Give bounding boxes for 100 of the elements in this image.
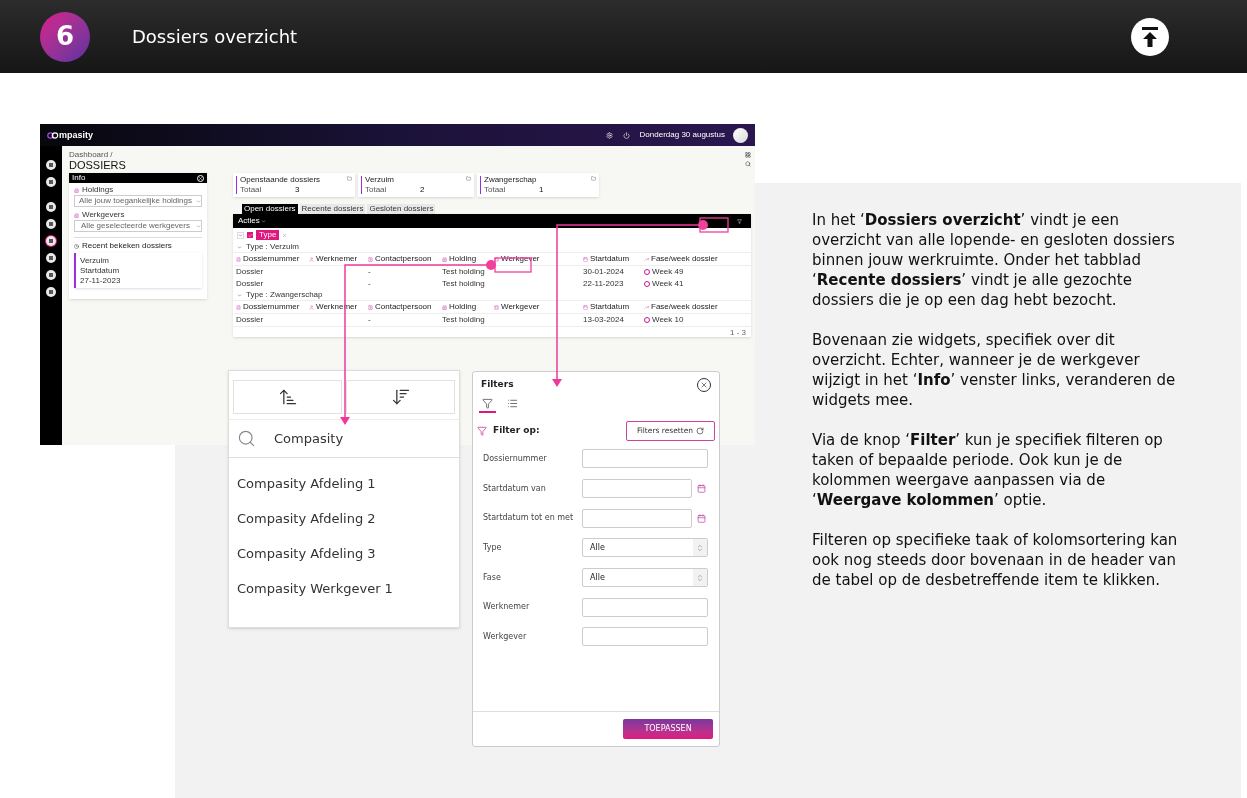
widget-card[interactable]: Openstaande dossiers Totaal 3 <box>233 173 355 197</box>
description-paragraph: Bovenaan zie widgets, specifiek over dit overzicht. Echter, wanneer je de werkgever wijzigt in het ‘Info’ venster links, veranderen de widgets mee. <box>812 330 1177 410</box>
step-badge: 6 <box>40 11 90 62</box>
nav-icon[interactable] <box>46 253 56 263</box>
select-field[interactable]: Alle <box>582 538 708 558</box>
select-field[interactable]: Alle <box>582 568 708 588</box>
avatar[interactable] <box>733 127 748 143</box>
logo-icon <box>47 131 59 139</box>
description-paragraph: Filteren op specifieke taak of kolomsortering kan ook nog steeds door bovenaan in de header van de tabel op de desbetreffende item te klikken. <box>812 530 1179 590</box>
column-header[interactable]: Startdatum <box>590 255 630 263</box>
calendar-icon[interactable] <box>697 513 706 523</box>
widget-label: Totaal <box>484 186 507 194</box>
person-icon <box>309 256 314 262</box>
select-field[interactable]: Alle jouw toegankelijke holdings <box>74 195 202 207</box>
sort-ascending-icon <box>277 387 298 407</box>
tab[interactable]: Gesloten dossiers <box>367 204 436 214</box>
column-header[interactable]: Werknemer <box>316 255 358 263</box>
field-label: Startdatum van <box>483 482 547 495</box>
widget-card[interactable]: Zwangerschap Totaal 1 <box>477 173 599 197</box>
date-label: Startdatum <box>80 266 121 275</box>
calendar-icon <box>583 256 588 262</box>
calendar-icon[interactable] <box>697 484 706 494</box>
input-field[interactable] <box>582 449 708 469</box>
column-header[interactable]: Dossiernummer <box>243 255 300 263</box>
tab[interactable]: Open dossiers <box>242 204 298 214</box>
description-paragraph: In het ‘Dossiers overzicht’ vindt je een overzicht van alle lopende- en gesloten dossiers binnen jouw werkruimte. Onder het tabblad ‘Recente dossiers’ vindt je alle gezochte dossiers die je op een dag hebt bezocht. <box>812 210 1176 310</box>
calendar-icon <box>583 304 588 310</box>
settings-icon[interactable] <box>605 131 613 139</box>
nav-icon[interactable] <box>46 270 56 280</box>
date-field[interactable] <box>582 479 692 499</box>
group-header[interactable]: Type : Zwangerschap <box>246 291 323 299</box>
table-cell-text: 13-03-2024 <box>583 316 625 324</box>
list-item[interactable]: Compasity Afdeling 3 <box>229 536 459 571</box>
date-field[interactable] <box>582 508 692 528</box>
caret-icon[interactable] <box>260 218 266 224</box>
filter-tab[interactable] <box>479 398 496 413</box>
table-cell-text: 30-01-2024 <box>583 268 625 276</box>
caret-icon <box>238 232 243 238</box>
group-checkbox[interactable] <box>247 232 253 238</box>
breadcrumb[interactable]: Dashboard / <box>69 151 126 159</box>
upload-icon[interactable] <box>1131 17 1169 56</box>
contact-card-icon <box>368 256 373 262</box>
nav-icon[interactable] <box>46 287 56 297</box>
widget-label: Totaal <box>240 186 263 194</box>
field-label: Werkgever <box>483 630 528 643</box>
filter-heading: Filter op: <box>493 424 540 438</box>
recent-title: Recent bekeken dossiers <box>82 242 172 250</box>
power-icon[interactable] <box>622 131 630 139</box>
building-icon <box>74 212 79 218</box>
dropdown-toggle[interactable] <box>237 231 244 239</box>
table-cell-text: Dossier <box>236 280 265 288</box>
column-header[interactable]: Contactpersoon <box>375 303 432 311</box>
grid-icon[interactable] <box>745 152 751 158</box>
nav-icon[interactable] <box>46 219 56 229</box>
folder-icon <box>347 176 352 181</box>
group-header[interactable]: Type : Verzuim <box>246 243 299 251</box>
input-field[interactable] <box>582 627 708 647</box>
filter-icon <box>736 218 742 224</box>
column-header[interactable]: Holding <box>449 303 477 311</box>
highlight-frame <box>699 217 729 233</box>
contact-card-icon <box>368 304 373 310</box>
filter-button[interactable] <box>735 217 743 225</box>
column-header[interactable]: Fase/week dossier <box>651 255 718 263</box>
building-icon <box>442 256 447 262</box>
header-title: Dossiers overzicht <box>132 25 298 49</box>
widget-count: 2 <box>420 186 425 194</box>
column-header[interactable]: Holding <box>449 255 477 263</box>
refresh-icon <box>696 427 705 435</box>
search-field[interactable]: Compasity <box>229 420 459 458</box>
select-field[interactable]: Alle geselecteerde werkgevers <box>74 220 202 232</box>
nav-icon[interactable] <box>46 236 56 246</box>
actions-menu[interactable]: Acties <box>238 217 260 225</box>
table-cell: Week 49 <box>652 268 684 276</box>
tab[interactable]: Recente dossiers <box>299 204 366 214</box>
widget-card[interactable]: Verzuim Totaal 2 <box>358 173 474 197</box>
nav-icon[interactable] <box>46 202 56 212</box>
column-header[interactable]: Startdatum <box>590 303 630 311</box>
table-cell-text: Test holding <box>442 280 486 288</box>
apply-button[interactable]: TOEPASSEN <box>623 719 713 739</box>
table-cell-text: - <box>368 280 372 288</box>
field-label: Werknemer <box>483 601 531 614</box>
column-header[interactable]: Werkgever <box>501 303 540 311</box>
widget-count: 3 <box>295 186 300 194</box>
column-header[interactable]: Dossiernummer <box>243 303 300 311</box>
input-field[interactable] <box>582 597 708 617</box>
start-date: 27-11-2023 <box>80 276 122 285</box>
column-header[interactable]: Fase/week dossier <box>651 303 718 311</box>
group-chip[interactable]: Type <box>256 230 280 240</box>
search-icon[interactable] <box>745 161 751 167</box>
pagination: 1 - 3 <box>730 329 746 337</box>
list-item[interactable]: Compasity Afdeling 1 <box>229 466 459 501</box>
list-item[interactable]: Compasity Afdeling 2 <box>229 501 459 536</box>
recent-dossier-card[interactable]: Verzuim Startdatum 27-11-2023 <box>74 253 202 288</box>
column-header[interactable]: Contactpersoon <box>375 255 432 263</box>
nav-icon[interactable] <box>46 160 56 170</box>
nav-icon[interactable] <box>46 177 56 187</box>
table-cell-text: 22-11-2023 <box>583 280 625 288</box>
field-label: Holdings <box>82 186 114 194</box>
building-icon <box>442 304 447 310</box>
list-item[interactable]: Compasity Werkgever 1 <box>229 571 459 606</box>
